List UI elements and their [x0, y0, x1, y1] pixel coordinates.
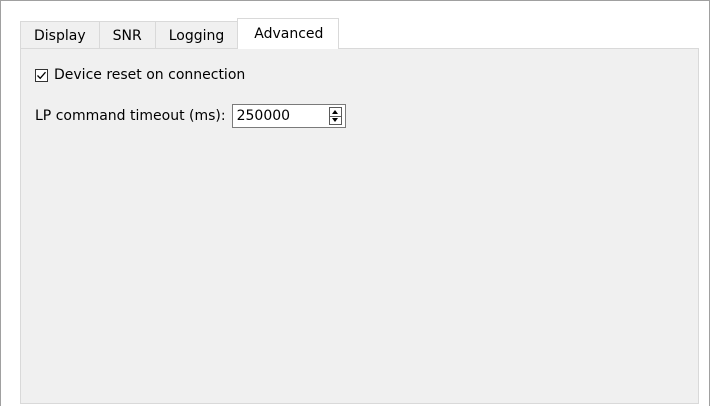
advanced-tab-panel: Device reset on connection LP command ti…: [20, 48, 699, 404]
checkmark-icon: [37, 71, 46, 79]
lp-timeout-row: LP command timeout (ms):: [35, 104, 346, 128]
tab-bar: Display SNR Logging Advanced: [20, 18, 340, 49]
tab-display-label: Display: [34, 27, 86, 44]
device-reset-option[interactable]: Device reset on connection: [35, 67, 245, 83]
device-reset-label: Device reset on connection: [54, 67, 246, 83]
tab-advanced[interactable]: Advanced: [237, 18, 340, 49]
spin-buttons: [328, 107, 342, 125]
lp-timeout-input[interactable]: [232, 105, 325, 127]
tab-advanced-label: Advanced: [254, 26, 324, 42]
tab-snr[interactable]: SNR: [98, 21, 156, 49]
spin-up-button[interactable]: [329, 108, 341, 117]
device-reset-checkbox[interactable]: [35, 68, 48, 82]
spin-down-button[interactable]: [330, 117, 341, 125]
settings-window: Display SNR Logging Advanced Device rese…: [0, 0, 710, 406]
spin-down-arrow-icon: [332, 118, 339, 123]
tab-logging-label: Logging: [168, 27, 225, 44]
tab-logging[interactable]: Logging: [154, 21, 239, 49]
spin-up-arrow-icon: [332, 109, 339, 114]
tab-snr-label: SNR: [112, 27, 142, 44]
lp-timeout-label: LP command timeout (ms):: [35, 108, 226, 124]
lp-timeout-spinbox[interactable]: [231, 104, 346, 128]
tab-display[interactable]: Display: [20, 21, 100, 49]
